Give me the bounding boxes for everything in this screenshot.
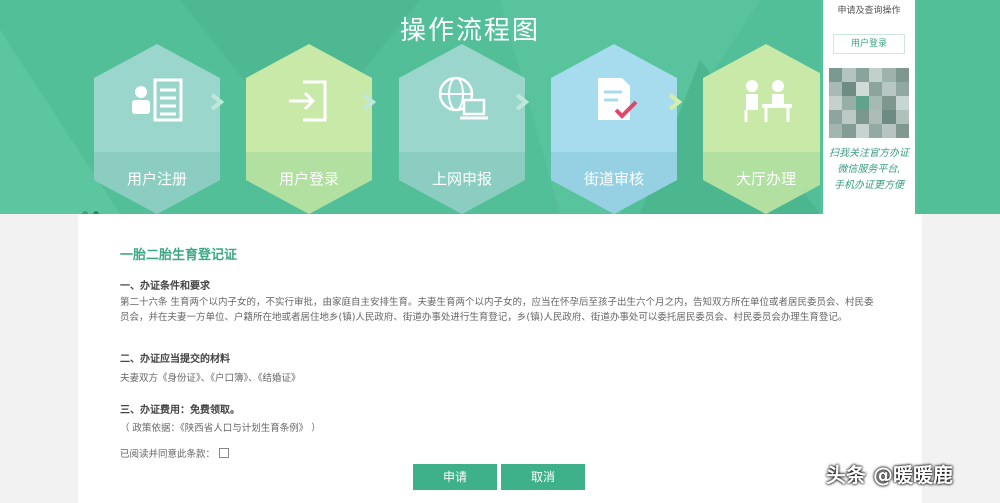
page-title: 一胎二胎生育登记证: [120, 248, 238, 263]
conditions-text: 第二十六条 生育两个以内子女的，不实行审批，由家庭自主安排生育。夫妻生育两个以内…: [120, 297, 874, 323]
side-note: 扫我关注官方办证 微信服务平台, 手机办证更方便: [829, 148, 909, 191]
carousel-dots[interactable]: [82, 202, 104, 214]
content-panel: 一胎二胎生育登记证 一、办证条件和要求 第二十六条 生育两个以内子女的，不实行审…: [78, 214, 922, 503]
id-card-icon: [132, 78, 183, 122]
service-desk-icon: [744, 80, 792, 122]
policy-basis-text: （ 政策依据：《陕西省人口与计划生育条例》 ）: [120, 423, 321, 434]
section-materials-heading: 二、办证应当提交的材料: [120, 354, 230, 365]
step-street-review[interactable]: 街道审核: [551, 44, 677, 214]
step-label: 用户注册: [126, 170, 187, 188]
step-label: 街道审核: [583, 170, 644, 188]
globe-laptop-icon: [438, 76, 488, 120]
chevron-right-icon: [515, 93, 530, 111]
agree-label: 已阅读并同意此条款：: [120, 449, 216, 460]
step-label: 用户登录: [278, 170, 339, 188]
step-label: 大厅办理: [735, 170, 796, 188]
watermark: 头条 @暖暖鹿: [826, 463, 953, 487]
document-check-icon: [598, 78, 638, 120]
qr-code: [829, 68, 909, 138]
agree-checkbox[interactable]: [219, 448, 230, 458]
banner-title: 操作流程图: [399, 16, 540, 46]
section-fee-heading: 三、办证费用：免费领取。: [120, 405, 240, 416]
side-panel: 申请及查询操作 用户登录 扫我关注官方办证 微信服务平台, 手机办证更方便: [820, 0, 918, 226]
step-hall-process[interactable]: 大厅办理: [703, 44, 829, 214]
side-panel-title: 申请及查询操作: [837, 6, 901, 16]
user-login-button[interactable]: 用户登录: [833, 34, 905, 54]
chevron-right-icon: [668, 93, 683, 111]
materials-text: 夫妻双方《身份证》、《户口簿》、《结婚证》: [120, 373, 301, 384]
step-label: 上网申报: [431, 170, 492, 188]
cancel-button[interactable]: 取消: [501, 464, 585, 490]
step-login[interactable]: 用户登录: [246, 44, 372, 214]
chevron-right-icon: [210, 93, 225, 111]
step-register[interactable]: 用户注册: [94, 44, 220, 214]
section-conditions-heading: 一、办证条件和要求: [120, 281, 210, 292]
login-icon: [289, 80, 327, 122]
chevron-right-icon: [362, 93, 377, 111]
apply-button[interactable]: 申请: [413, 464, 497, 490]
agree-row: 已阅读并同意此条款：: [120, 446, 230, 460]
step-online-apply[interactable]: 上网申报: [399, 44, 525, 214]
